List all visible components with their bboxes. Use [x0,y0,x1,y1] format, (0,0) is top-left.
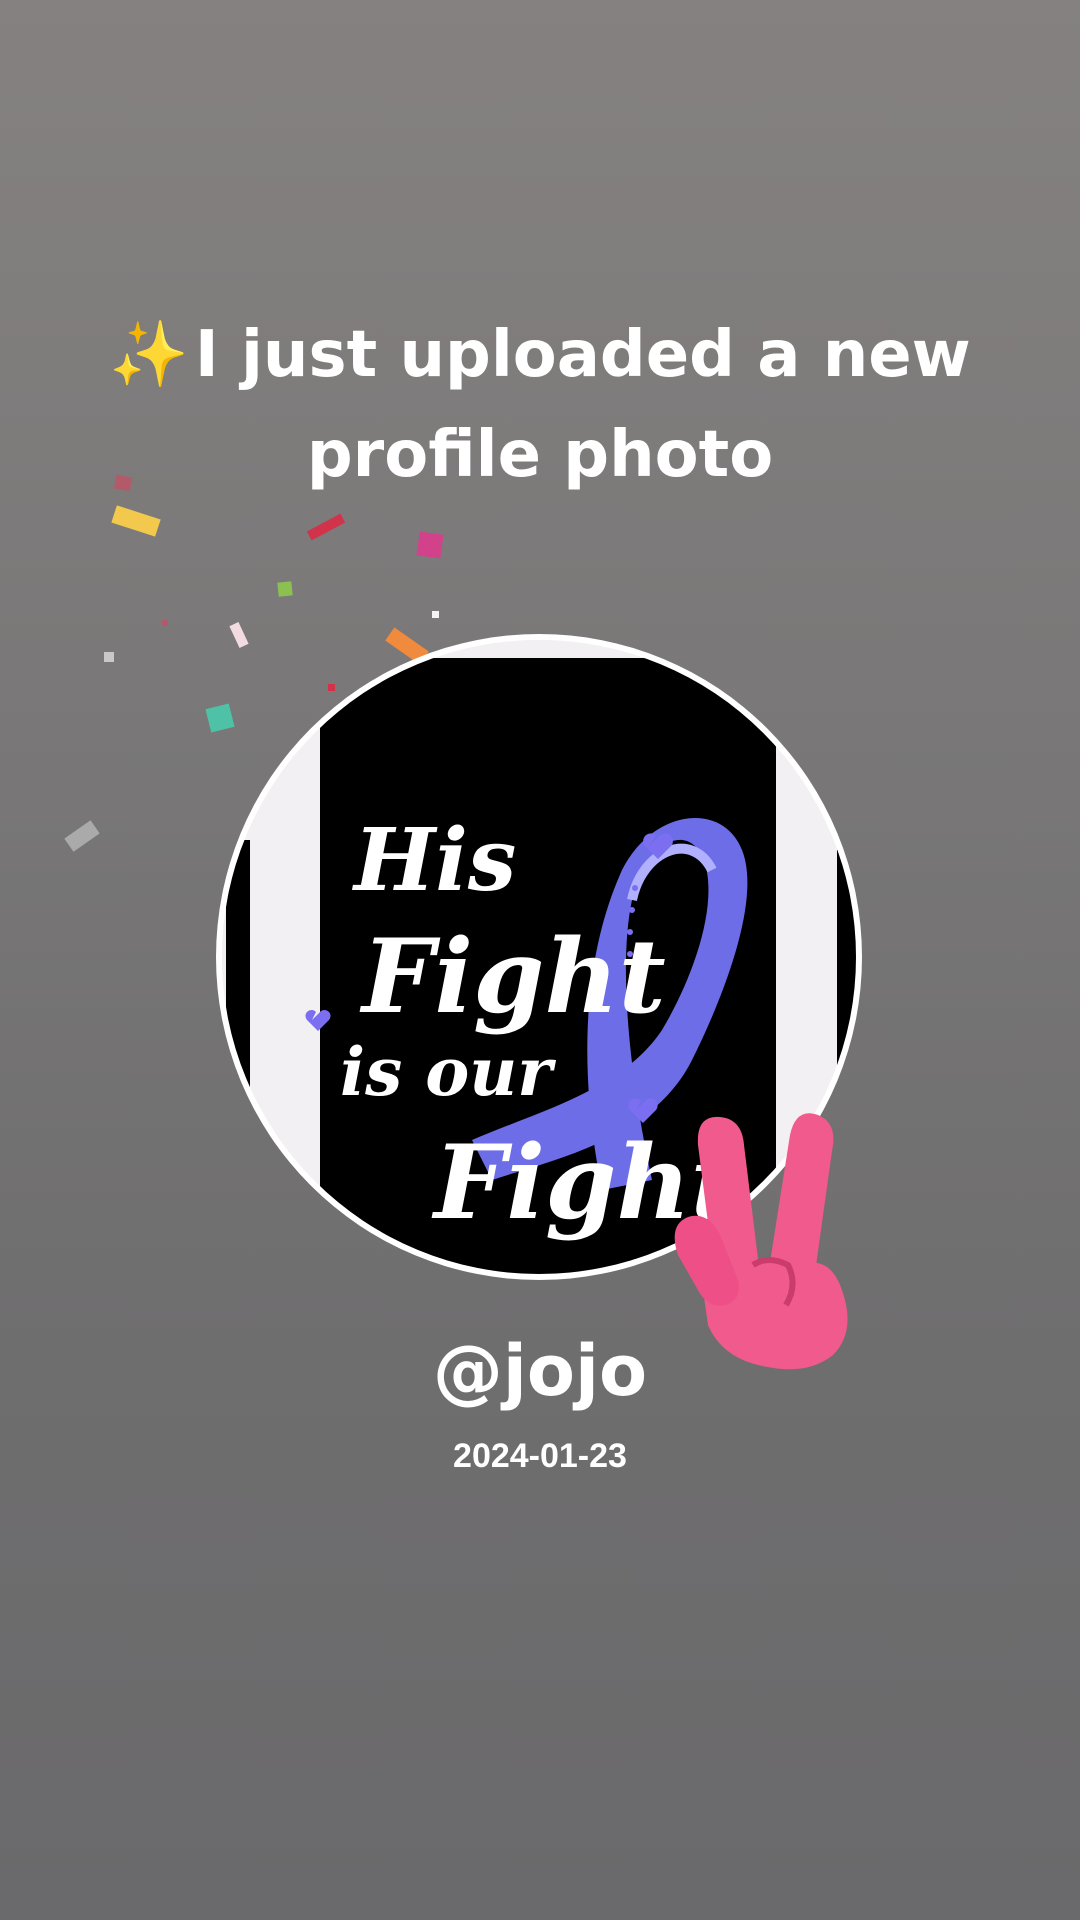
post-date: 2024-01-23 [453,1437,627,1475]
artwork-text-is-our: is our [340,1033,556,1111]
artwork-text-his: His [351,810,516,911]
username: @jojo [432,1330,648,1412]
artwork-text-fight-1: Fight [359,917,666,1037]
